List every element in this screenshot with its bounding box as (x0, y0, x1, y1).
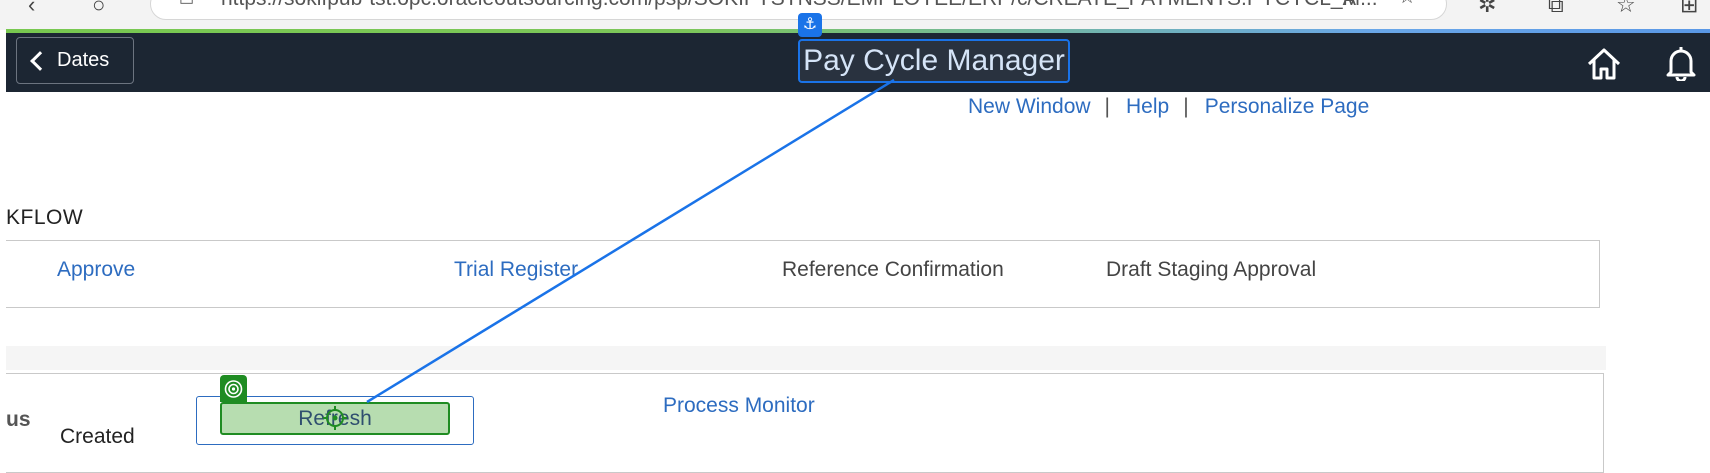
chevron-left-icon (30, 50, 50, 71)
anchor-icon: ⚓ (798, 13, 822, 37)
collections-icon[interactable]: ⊞ (1680, 0, 1698, 18)
status-label: us (6, 408, 31, 431)
bell-icon[interactable] (1665, 45, 1697, 86)
refresh-icon[interactable]: ○ (92, 0, 105, 18)
home-icon[interactable] (1586, 47, 1622, 86)
url-text: https://sokifpub-tst.opc.oracleoutsourci… (221, 0, 1378, 11)
process-monitor-link[interactable]: Process Monitor (663, 394, 815, 418)
reference-confirmation-text: Reference Confirmation (782, 258, 1004, 281)
new-window-link[interactable]: New Window (968, 95, 1091, 118)
app-header: Dates Pay Cycle Manager (6, 33, 1710, 92)
browser-toolbar: ‹ ○ ▭ https://sokifpub-tst.opc.oracleout… (0, 0, 1710, 30)
favorite-star-icon[interactable]: ☆ (1398, 0, 1416, 9)
top-links: New Window | Help | Personalize Page (968, 95, 1369, 119)
section-divider (6, 346, 1606, 370)
extensions-icon[interactable]: ✲ (1478, 0, 1496, 18)
read-aloud-icon[interactable]: A (1343, 0, 1356, 11)
workflow-heading: KFLOW (6, 206, 84, 229)
refresh-button[interactable]: Refresh (220, 402, 450, 435)
back-arrow-icon[interactable]: ‹ (28, 0, 35, 18)
personalize-page-link[interactable]: Personalize Page (1205, 95, 1370, 118)
favorites-icon[interactable]: ☆ (1616, 0, 1636, 18)
back-button-label: Dates (57, 49, 110, 71)
trial-register-link[interactable]: Trial Register (454, 258, 578, 282)
page-title: Pay Cycle Manager (798, 39, 1070, 83)
help-link[interactable]: Help (1126, 95, 1169, 118)
link-separator: | (1104, 95, 1111, 118)
back-button[interactable]: Dates (16, 37, 134, 84)
site-info-icon[interactable]: ▭ (179, 0, 194, 13)
status-value: Created (60, 425, 135, 448)
approve-link[interactable]: Approve (57, 258, 135, 282)
link-separator: | (1183, 95, 1189, 118)
target-icon (220, 375, 247, 402)
workflow-panel: Approve Trial Register Reference Confirm… (6, 240, 1600, 308)
draft-staging-approval-text: Draft Staging Approval (1106, 258, 1317, 281)
split-screen-icon[interactable]: ⧉ (1548, 0, 1564, 18)
